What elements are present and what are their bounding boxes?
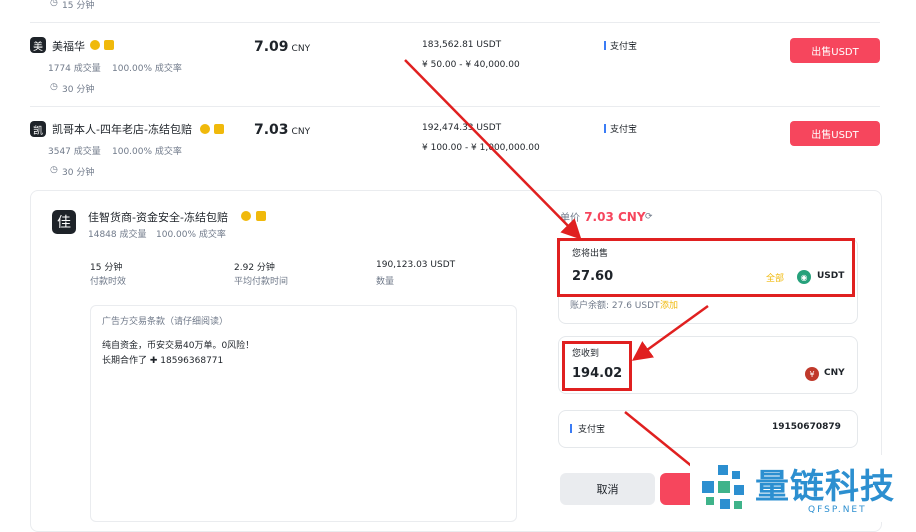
watermark-logo: 量链科技 QFSP.NET — [690, 455, 916, 522]
logo-mark-icon — [702, 465, 744, 509]
annotation-arrows — [404, 59, 719, 489]
logo-title: 量链科技 — [755, 467, 895, 507]
logo-domain: QFSP.NET — [808, 505, 867, 515]
arrow — [631, 304, 709, 361]
arrow — [404, 59, 582, 240]
